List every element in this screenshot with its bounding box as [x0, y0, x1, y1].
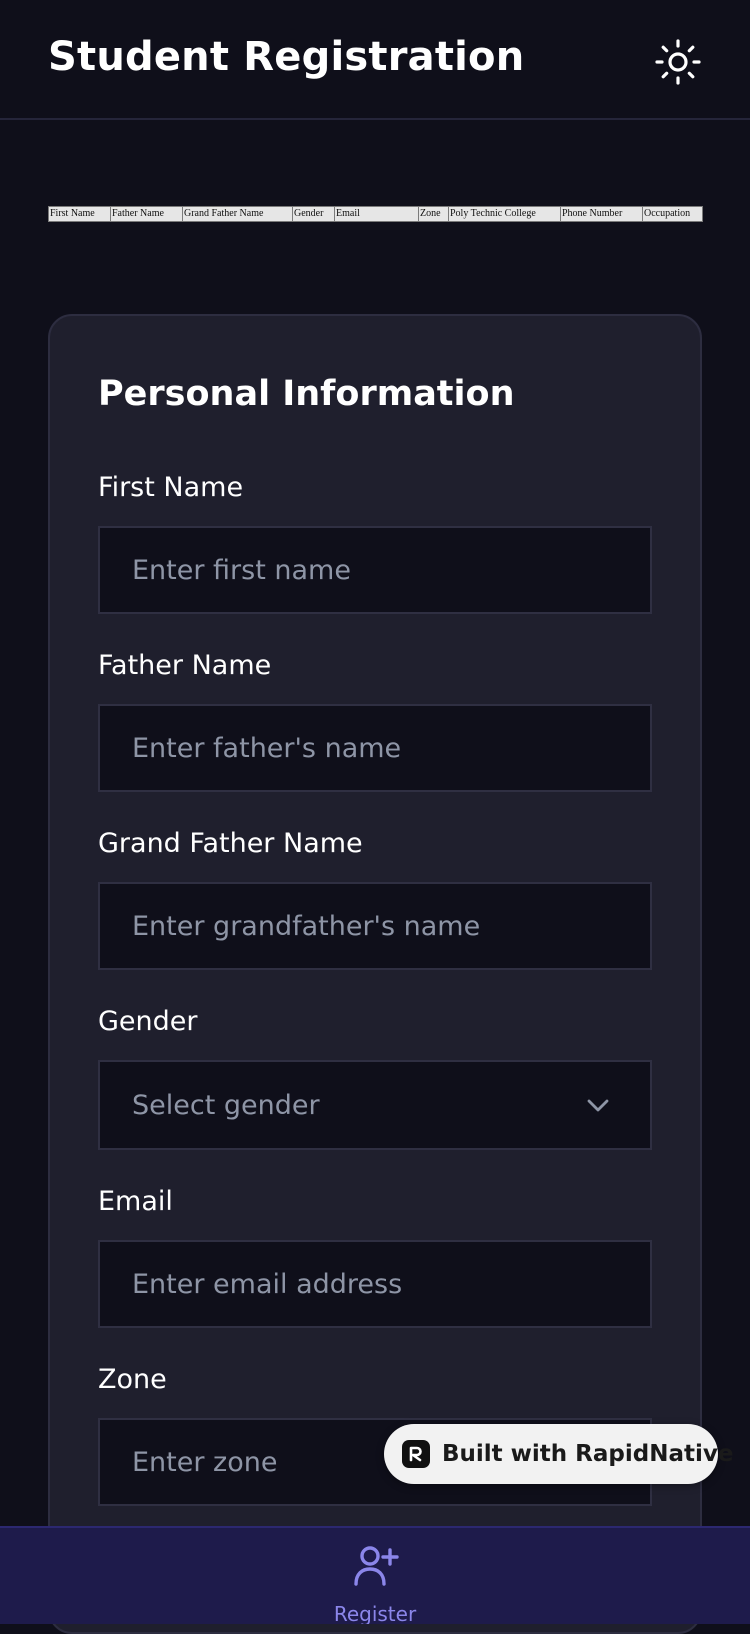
- father-name-label: Father Name: [98, 650, 272, 681]
- grandfather-name-input[interactable]: [98, 882, 652, 970]
- app-header: Student Registration: [0, 0, 750, 120]
- father-name-input[interactable]: [98, 704, 652, 792]
- gender-select-placeholder: Select gender: [132, 1089, 320, 1121]
- section-title: Personal Information: [98, 374, 515, 414]
- table-header-cell: First Name: [48, 206, 111, 222]
- built-with-badge[interactable]: Built with RapidNative: [384, 1424, 733, 1484]
- table-header-cell: Father Name: [110, 206, 183, 222]
- first-name-input[interactable]: [98, 526, 652, 614]
- nav-item-register[interactable]: Register: [320, 1542, 430, 1624]
- email-input[interactable]: [98, 1240, 652, 1328]
- email-label: Email: [98, 1186, 173, 1217]
- table-header-cell: Grand Father Name: [182, 206, 293, 222]
- chevron-down-icon: [587, 1099, 609, 1112]
- table-header-cell: Phone Number: [560, 206, 643, 222]
- badge-label: Built with RapidNative: [442, 1441, 734, 1467]
- rapidnative-logo-icon: [402, 1440, 430, 1468]
- grandfather-name-label: Grand Father Name: [98, 828, 363, 859]
- table-header-cell: Gender: [292, 206, 335, 222]
- user-plus-icon: [354, 1546, 399, 1586]
- first-name-label: First Name: [98, 472, 244, 503]
- registration-table: First Name Father Name Grand Father Name…: [48, 206, 703, 222]
- table-header-cell: Poly Technic College: [448, 206, 561, 222]
- theme-toggle-button[interactable]: [652, 36, 704, 88]
- bottom-nav: Register: [0, 1526, 750, 1624]
- gender-label: Gender: [98, 1006, 198, 1037]
- zone-label: Zone: [98, 1364, 167, 1395]
- gender-select[interactable]: Select gender: [98, 1060, 652, 1150]
- table-header-cell: Occupation: [642, 206, 703, 222]
- table-header-cell: Email: [334, 206, 419, 222]
- page-title: Student Registration: [48, 34, 525, 80]
- nav-item-register-label: Register: [333, 1602, 417, 1624]
- sun-icon: [655, 39, 701, 85]
- table-header-cell: Zone: [418, 206, 449, 222]
- table-header-row: First Name Father Name Grand Father Name…: [48, 206, 703, 222]
